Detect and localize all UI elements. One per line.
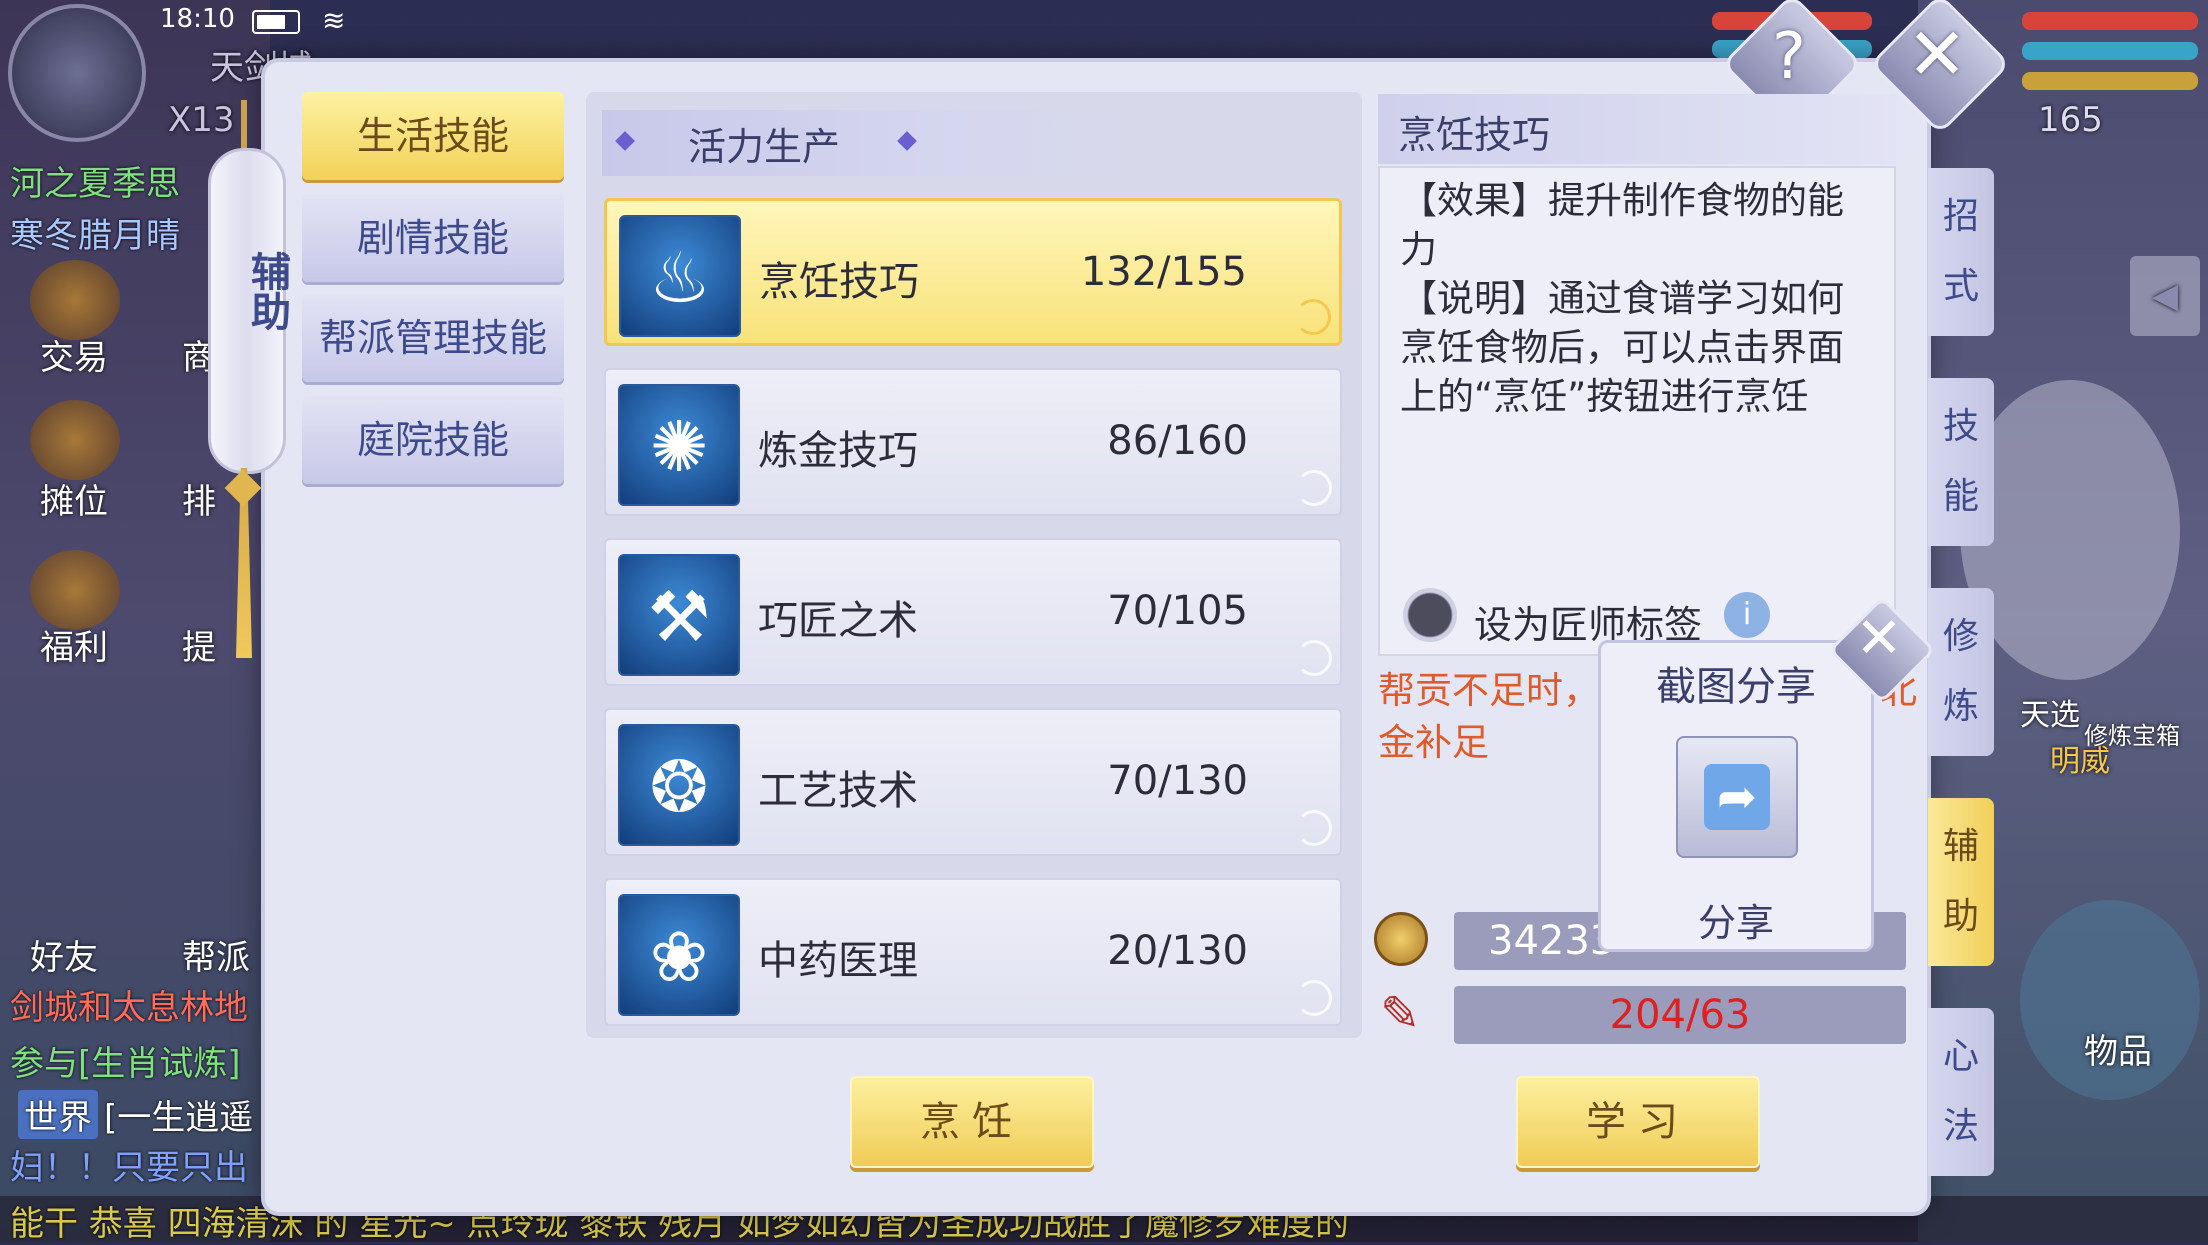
list-header xyxy=(602,110,1142,176)
tab-label: 式 xyxy=(1942,266,1979,307)
welfare-icon[interactable] xyxy=(30,550,120,630)
tab-mind-method[interactable]: 心 法 xyxy=(1928,1008,1994,1176)
battery-icon xyxy=(252,10,300,34)
stall-icon[interactable] xyxy=(30,400,120,480)
items-button[interactable]: 物品 xyxy=(2084,1024,2152,1073)
chat-line: 妇！！只要只出 xyxy=(10,1148,248,1188)
mp-bar xyxy=(2022,42,2198,60)
scroll-label: 辅助 xyxy=(244,251,290,331)
alchemy-icon: ✺ xyxy=(618,384,740,506)
tab-label: 炼 xyxy=(1942,686,1979,727)
chat-line: 河之夏季思 xyxy=(10,164,180,204)
close-icon[interactable]: ✕ xyxy=(1844,606,1914,671)
share-icon: ➦ xyxy=(1704,764,1770,830)
coin-icon xyxy=(1374,912,1428,966)
tab-label: 助 xyxy=(1942,896,1979,937)
warning-line: 帮贡不足时， xyxy=(1378,669,1600,712)
tab-life-skills[interactable]: 生活技能 xyxy=(302,92,564,180)
level-label: 165 xyxy=(2038,100,2103,140)
clock: 18:10 xyxy=(160,4,235,34)
player-avatar[interactable] xyxy=(8,4,146,142)
skill-row-crafting[interactable]: ❂ 工艺技术 70/130 xyxy=(604,708,1342,856)
friends-button[interactable]: 好友 xyxy=(30,930,98,979)
chat-channel-badge: 世界 xyxy=(18,1090,98,1139)
trade-button[interactable]: 交易 xyxy=(40,330,108,379)
welfare-button[interactable]: 福利 xyxy=(40,620,108,669)
skill-name: 炼金技巧 xyxy=(758,428,918,474)
skill-name: 工艺技术 xyxy=(758,768,918,814)
beads-icon: ❂ xyxy=(618,724,740,846)
hp-bar xyxy=(2022,12,2198,30)
tab-label: 招 xyxy=(1942,196,1979,237)
chat-line: 参与[生肖试炼] xyxy=(10,1044,241,1084)
detail-title: 烹饪技巧 xyxy=(1398,113,1551,157)
tab-label: 修 xyxy=(1942,616,1979,657)
chat-line: 寒冬腊月晴 xyxy=(10,216,180,256)
skill-name: 烹饪技巧 xyxy=(759,259,919,305)
share-button[interactable]: ➦ xyxy=(1676,736,1798,858)
chat-line: 剑城和太息林地 xyxy=(10,988,248,1028)
detail-effect: 【效果】提升制作食物的能力 xyxy=(1400,179,1844,271)
tab-skills[interactable]: 技 能 xyxy=(1928,378,1994,546)
question-icon[interactable]: ? xyxy=(1742,20,1836,94)
lotus-icon: ❀ xyxy=(618,894,740,1016)
learn-button[interactable]: 学习 xyxy=(1516,1076,1760,1168)
swirl-ornament xyxy=(1296,640,1332,676)
share-label[interactable]: 分享 xyxy=(1598,892,1874,947)
tab-assist[interactable]: 辅 助 xyxy=(1928,798,1994,966)
sp-bar xyxy=(2022,72,2198,90)
tab-courtyard-skills[interactable]: 庭院技能 xyxy=(302,396,564,484)
multiplier-label: X13 xyxy=(168,100,235,140)
craftsman-tag-toggle[interactable] xyxy=(1403,588,1457,642)
skill-row-craftsmanship[interactable]: ⚒ 巧匠之术 70/105 xyxy=(604,538,1342,686)
tab-label: 辅 xyxy=(1942,826,1979,867)
cooking-pot-icon: ♨ xyxy=(619,215,741,337)
quill-icon: ✎ xyxy=(1380,986,1421,1042)
scene-label: 天选 xyxy=(2020,698,2080,733)
contribution-warning: 帮贡不足时， 金补足 xyxy=(1378,665,1600,769)
skill-row-cooking[interactable]: ♨ 烹饪技巧 132/155 xyxy=(604,198,1342,346)
clipped-button[interactable]: 提 xyxy=(182,620,216,669)
swirl-ornament xyxy=(1295,299,1331,335)
tab-moves[interactable]: 招 式 xyxy=(1928,168,1994,336)
skill-row-medicine[interactable]: ❀ 中药医理 20/130 xyxy=(604,878,1342,1026)
detail-text: 【效果】提升制作食物的能力 【说明】通过食谱学习如何烹饪食物后，可以点击界面上的… xyxy=(1400,176,1880,421)
tab-label: 心 xyxy=(1942,1036,1979,1077)
skill-name: 巧匠之术 xyxy=(758,598,918,644)
tab-story-skills[interactable]: 剧情技能 xyxy=(302,194,564,282)
close-icon[interactable]: ✕ xyxy=(1890,12,1984,96)
skill-name: 中药医理 xyxy=(758,938,918,984)
tab-label: 法 xyxy=(1942,1106,1979,1147)
vitality-value: 204/63 xyxy=(1609,992,1751,1038)
swirl-ornament xyxy=(1296,980,1332,1016)
warning-line: 金补足 xyxy=(1378,721,1489,764)
tab-label: 技 xyxy=(1942,406,1979,447)
tab-cultivation[interactable]: 修 炼 xyxy=(1928,588,1994,756)
tab-label: 能 xyxy=(1942,476,1979,517)
clipped-button[interactable]: 排 xyxy=(182,474,216,523)
tab-guild-management-skills[interactable]: 帮派管理技能 xyxy=(302,294,564,382)
skill-row-alchemy[interactable]: ✺ 炼金技巧 86/160 xyxy=(604,368,1342,516)
stall-button[interactable]: 摊位 xyxy=(40,474,108,523)
cook-button[interactable]: 烹饪 xyxy=(850,1076,1094,1168)
skill-progress: 86/160 xyxy=(1107,418,1248,464)
axe-hammer-icon: ⚒ xyxy=(618,554,740,676)
detail-note: 【说明】通过食谱学习如何烹饪食物后，可以点击界面上的“烹饪”按钮进行烹饪 xyxy=(1400,277,1844,418)
skill-progress: 20/130 xyxy=(1107,928,1248,974)
swirl-ornament xyxy=(1296,810,1332,846)
skill-progress: 70/105 xyxy=(1107,588,1248,634)
category-scroll: 辅助 xyxy=(208,148,290,474)
wifi-icon: ≋ xyxy=(322,4,346,37)
share-title: 截图分享 xyxy=(1656,664,1816,710)
skill-progress: 132/155 xyxy=(1080,249,1247,295)
scene-label: 修炼宝箱 xyxy=(2084,722,2180,750)
info-icon[interactable]: i xyxy=(1724,592,1770,638)
swirl-ornament xyxy=(1296,470,1332,506)
guild-button[interactable]: 帮派 xyxy=(182,930,250,979)
collapse-arrow-icon[interactable]: ◀ xyxy=(2130,256,2200,336)
trade-icon[interactable] xyxy=(30,260,120,340)
skill-progress: 70/130 xyxy=(1107,758,1248,804)
list-header-label: 活力生产 xyxy=(688,125,841,169)
chat-line: [一生逍遥 xyxy=(104,1098,254,1138)
